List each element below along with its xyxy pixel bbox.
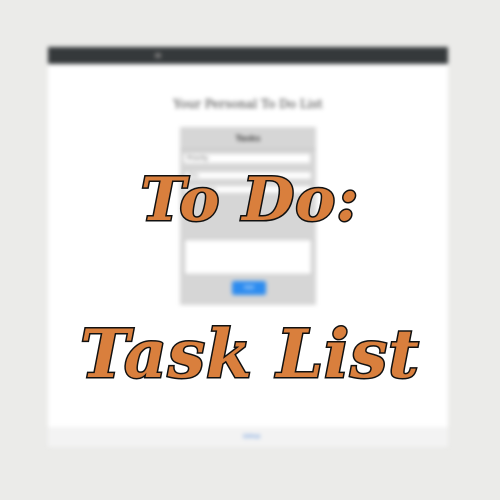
panel-title: Tasks [235, 134, 261, 143]
add-task-button[interactable]: Add [232, 281, 266, 295]
footer-link[interactable]: GitHub [243, 434, 260, 440]
footer: GitHub [48, 427, 448, 447]
task-list-box [184, 239, 312, 275]
nav-icon[interactable] [155, 53, 161, 58]
title-line-2: Task List [79, 314, 421, 395]
title-line-1: To Do: [139, 164, 360, 237]
panel-divider [180, 149, 316, 150]
priority-select[interactable]: Priority [184, 154, 310, 163]
page-title: Your Personal To Do List [173, 97, 323, 111]
top-navbar [48, 47, 448, 64]
